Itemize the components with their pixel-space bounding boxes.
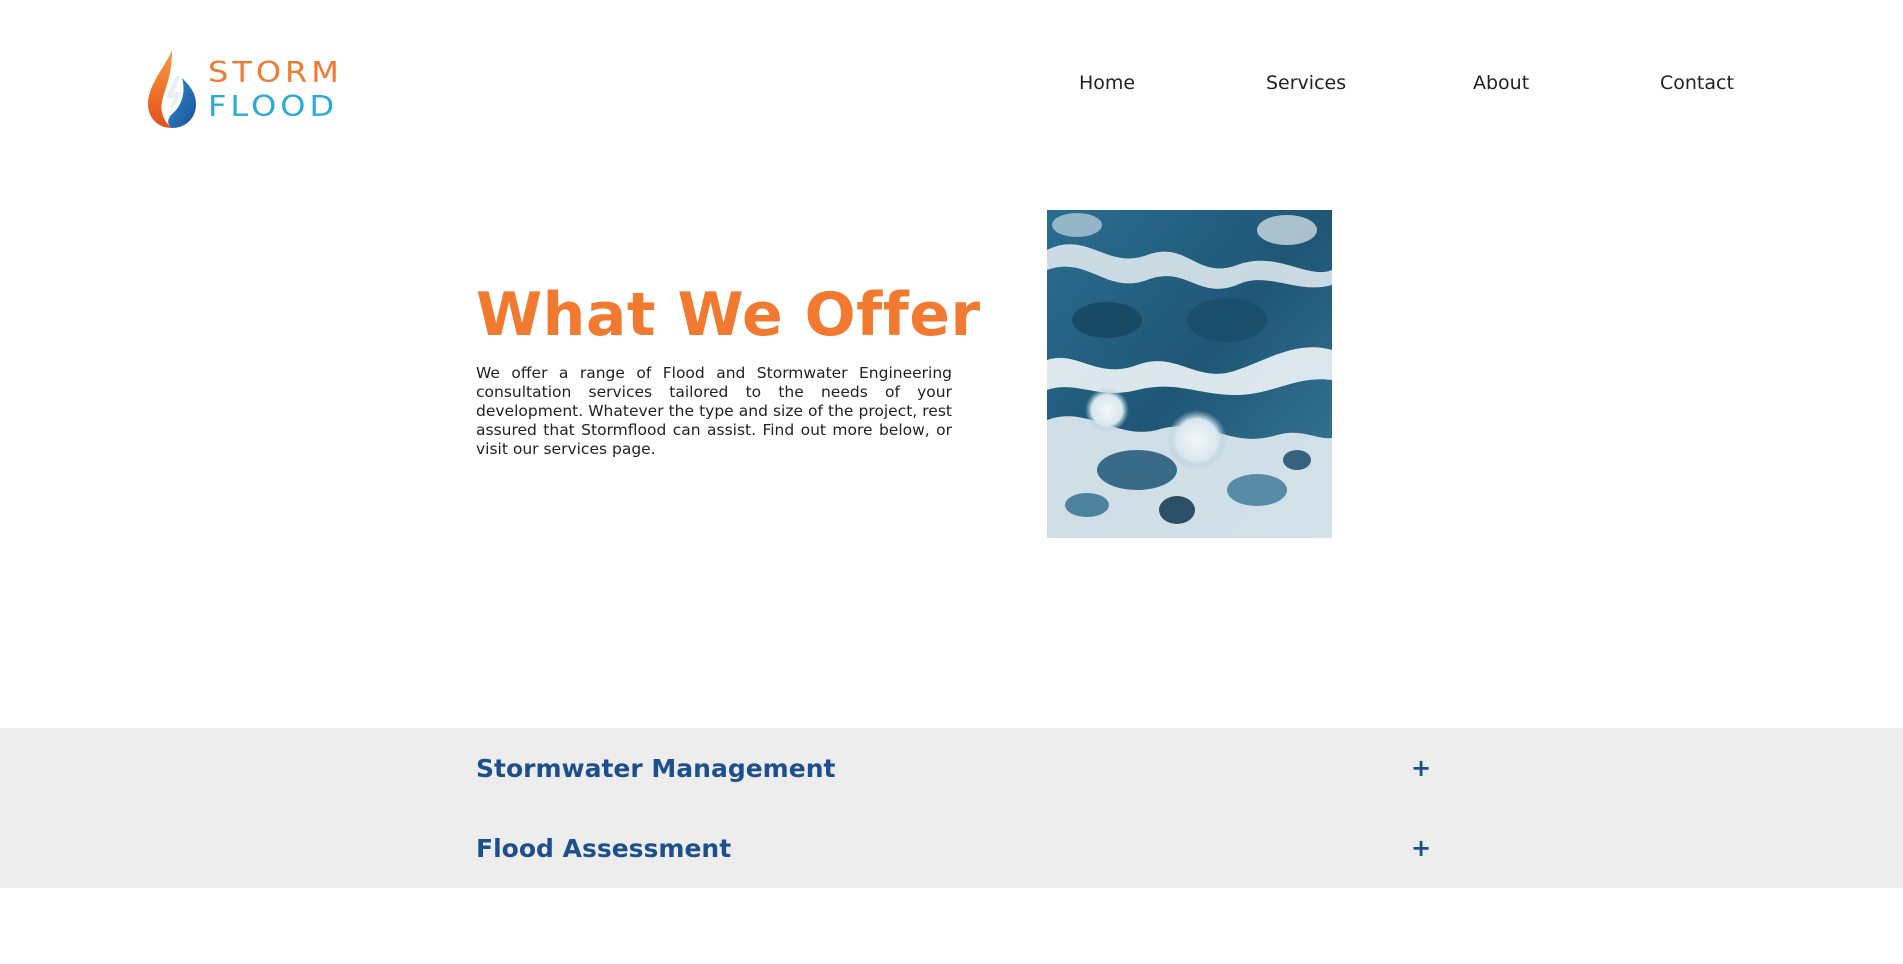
services-accordion: Stormwater Management + Flood Assessment…: [0, 728, 1903, 888]
nav-services-link[interactable]: Services: [1266, 72, 1346, 94]
logo-wordmark: STORM FLOOD: [208, 56, 343, 122]
logo-word-flood: FLOOD: [208, 88, 339, 124]
ocean-foam-image: [1047, 210, 1332, 538]
nav-contact-link[interactable]: Contact: [1660, 72, 1734, 94]
nav-home-link[interactable]: Home: [1079, 72, 1135, 94]
accordion-title: Stormwater Management: [476, 753, 836, 783]
accordion-title: Flood Assessment: [476, 833, 732, 863]
ocean-foam-photo: [1047, 210, 1332, 538]
main-nav: Home Services About Contact: [1000, 72, 1820, 102]
storm-drop-logo-icon: [148, 50, 196, 128]
accordion-item-stormwater-management[interactable]: Stormwater Management +: [476, 748, 1431, 788]
stormflood-logo[interactable]: STORM FLOOD: [142, 48, 392, 130]
plus-icon[interactable]: +: [1411, 834, 1431, 862]
logo-word-storm: STORM: [208, 54, 343, 90]
offer-heading: What We Offer: [476, 280, 981, 350]
nav-about-link[interactable]: About: [1473, 72, 1529, 94]
plus-icon[interactable]: +: [1411, 754, 1431, 782]
site-header: STORM FLOOD Home Services About Contact: [0, 0, 1903, 170]
accordion-item-flood-assessment[interactable]: Flood Assessment +: [476, 828, 1431, 868]
offer-description: We offer a range of Flood and Stormwater…: [476, 364, 952, 458]
